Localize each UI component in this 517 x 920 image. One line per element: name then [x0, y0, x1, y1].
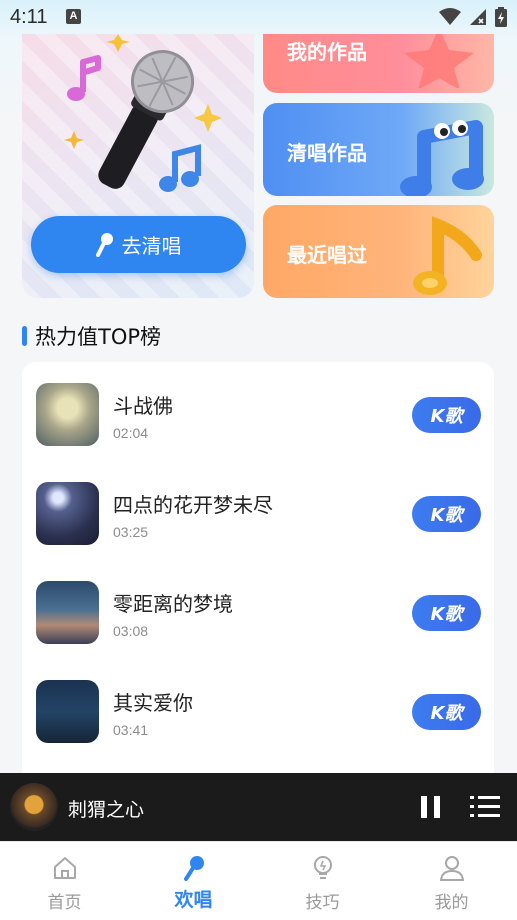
song-list: 斗战佛 02:04 K歌 四点的花开梦未尽 03:25 K歌 零距离的梦境 03…: [22, 362, 494, 782]
now-playing-cover: [10, 783, 58, 831]
notification-badge: A: [66, 9, 81, 24]
section-title: 热力值TOP榜: [35, 325, 162, 349]
karaoke-button[interactable]: K歌: [412, 496, 481, 532]
list-item[interactable]: 斗战佛 02:04 K歌: [22, 362, 494, 452]
pause-icon[interactable]: [418, 793, 444, 821]
karaoke-button[interactable]: K歌: [412, 694, 481, 730]
tab-sing[interactable]: 欢唱: [129, 842, 258, 920]
now-playing-title: 刺猬之心: [68, 799, 145, 821]
recently-sung-label: 最近唱过: [287, 243, 367, 267]
song-cover: [36, 680, 99, 743]
star-icon: [404, 34, 474, 88]
my-works-card[interactable]: 我的作品: [263, 34, 494, 93]
signal-icon: [470, 9, 486, 25]
lightbulb-icon: [313, 856, 332, 879]
song-title: 斗战佛: [113, 394, 173, 418]
song-duration: 03:08: [113, 623, 149, 639]
bottom-tab-bar: 首页 欢唱 技巧 我的: [0, 841, 517, 920]
list-item[interactable]: 四点的花开梦未尽 03:25 K歌: [22, 461, 494, 551]
tab-home[interactable]: 首页: [0, 842, 129, 920]
recently-sung-card[interactable]: 最近唱过: [263, 205, 494, 298]
list-item[interactable]: 其实爱你 03:41 K歌: [22, 659, 494, 749]
mini-player[interactable]: 刺猬之心: [0, 773, 517, 841]
sing-card[interactable]: 去清唱: [22, 34, 254, 298]
go-sing-label: 去清唱: [121, 234, 182, 258]
tab-tips-label: 技巧: [305, 893, 340, 913]
microphone-illustration: [64, 34, 222, 192]
user-icon: [439, 856, 464, 881]
song-title: 零距离的梦境: [113, 592, 233, 616]
microphone-icon: [95, 232, 113, 257]
music-note-icon: [400, 120, 484, 196]
list-item[interactable]: 零距离的梦境 03:08 K歌: [22, 560, 494, 650]
microphone-icon: [183, 856, 204, 881]
song-duration: 03:41: [113, 722, 149, 738]
tab-sing-label: 欢唱: [174, 889, 213, 911]
battery-icon: [495, 7, 507, 27]
go-sing-button[interactable]: 去清唱: [31, 216, 246, 273]
song-cover: [36, 383, 99, 446]
wifi-icon: [439, 8, 461, 25]
tab-home-label: 首页: [47, 893, 82, 913]
section-accent-bar: [22, 326, 27, 346]
playlist-icon[interactable]: [470, 793, 500, 821]
tab-tips[interactable]: 技巧: [258, 842, 387, 920]
song-cover: [36, 482, 99, 545]
music-note-icon: [413, 216, 482, 295]
tab-me-label: 我的: [434, 893, 469, 913]
section-header: 热力值TOP榜: [22, 320, 161, 352]
karaoke-button[interactable]: K歌: [412, 595, 481, 631]
status-bar: 4:11 A: [0, 0, 517, 34]
status-time: 4:11: [10, 6, 48, 28]
tab-me[interactable]: 我的: [387, 842, 516, 920]
clean-works-card[interactable]: 清唱作品: [263, 103, 494, 196]
song-duration: 03:25: [113, 524, 149, 540]
song-title: 其实爱你: [113, 691, 193, 715]
song-cover: [36, 581, 99, 644]
song-duration: 02:04: [113, 425, 149, 441]
home-icon: [53, 857, 76, 879]
clean-works-label: 清唱作品: [287, 141, 367, 165]
status-icons: [439, 7, 507, 27]
song-title: 四点的花开梦未尽: [113, 493, 273, 517]
karaoke-button[interactable]: K歌: [412, 397, 481, 433]
my-works-label: 我的作品: [287, 40, 367, 64]
